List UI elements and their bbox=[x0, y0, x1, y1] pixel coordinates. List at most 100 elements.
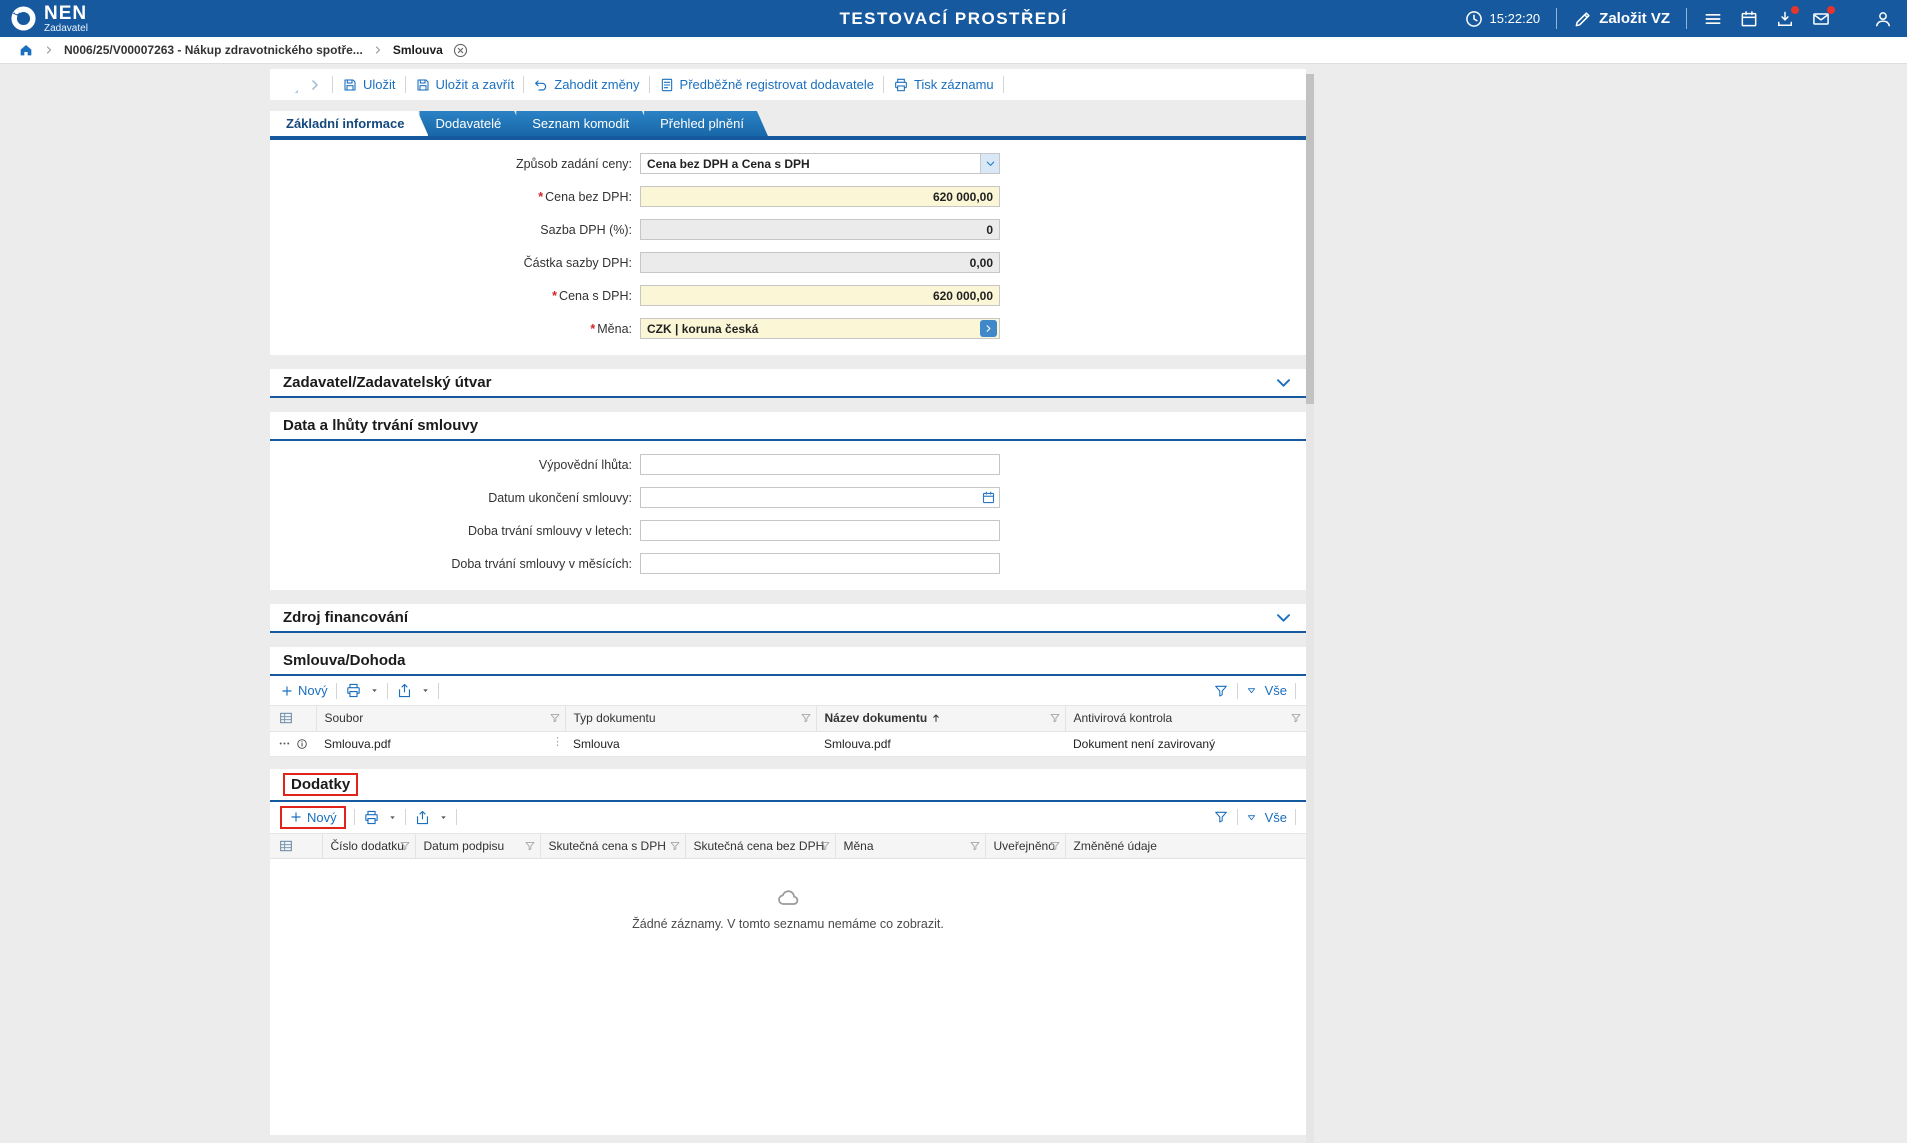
toolbar-separator bbox=[1237, 809, 1238, 825]
mena-lookup-field[interactable]: CZK | koruna česká bbox=[640, 318, 1000, 339]
caret-down-outline-icon[interactable] bbox=[1246, 812, 1257, 823]
new-dodatek-button[interactable]: Nový bbox=[289, 810, 337, 825]
caret-down-icon[interactable] bbox=[388, 813, 397, 822]
caret-down-icon[interactable] bbox=[421, 686, 430, 695]
vypovedni-lhuta-input[interactable] bbox=[640, 454, 1000, 475]
castka-sazby-dph-input[interactable] bbox=[640, 252, 1000, 273]
print-list-icon[interactable] bbox=[345, 682, 362, 699]
tab-prehled-plneni[interactable]: Přehled plnění bbox=[644, 111, 768, 136]
menu-icon[interactable] bbox=[1703, 9, 1723, 29]
info-icon[interactable] bbox=[296, 737, 308, 751]
vertical-scrollbar[interactable] bbox=[1306, 74, 1314, 1143]
cloud-icon bbox=[770, 885, 806, 911]
clock-icon bbox=[1464, 9, 1484, 29]
nav-back-icon[interactable] bbox=[282, 77, 298, 93]
column-filter-icon[interactable] bbox=[399, 840, 411, 852]
doba-trvani-letech-input[interactable] bbox=[640, 520, 1000, 541]
home-icon[interactable] bbox=[18, 42, 34, 58]
filter-funnel-icon[interactable] bbox=[1213, 683, 1229, 699]
price-mode-select[interactable]: Cena bez DPH a Cena s DPH bbox=[640, 153, 1000, 174]
table-row[interactable]: Smlouva.pdf⋮ Smlouva Smlouva.pdf Dokumen… bbox=[270, 731, 1306, 756]
datum-ukonceni-input[interactable] bbox=[640, 487, 1000, 508]
breadcrumb-record[interactable]: N006/25/V00007263 - Nákup zdravotnického… bbox=[64, 43, 363, 57]
tab-zakladni-informace[interactable]: Základní informace bbox=[270, 111, 428, 136]
calendar-icon[interactable] bbox=[1739, 9, 1759, 29]
save-button[interactable]: Uložit bbox=[342, 77, 396, 93]
table-settings-header[interactable] bbox=[270, 834, 322, 859]
col-mena[interactable]: Měna bbox=[835, 834, 985, 859]
col-skutecna-cena-s-dph[interactable]: Skutečná cena s DPH bbox=[540, 834, 685, 859]
session-time: 15:22:20 bbox=[1490, 11, 1541, 26]
tab-seznam-komodit[interactable]: Seznam komodit bbox=[516, 111, 653, 136]
open-lookup-button[interactable] bbox=[980, 320, 997, 337]
sort-ascending-icon bbox=[930, 712, 942, 724]
column-filter-icon[interactable] bbox=[819, 840, 831, 852]
caret-down-outline-icon[interactable] bbox=[1246, 685, 1257, 696]
section-title: Smlouva/Dohoda bbox=[283, 652, 406, 669]
caret-down-icon[interactable] bbox=[439, 813, 448, 822]
print-list-icon[interactable] bbox=[363, 809, 380, 826]
discard-changes-button[interactable]: Zahodit změny bbox=[533, 77, 639, 93]
show-all-button[interactable]: Vše bbox=[1265, 683, 1287, 698]
select-dropdown-button[interactable] bbox=[980, 154, 999, 173]
col-antivirova-kontrola[interactable]: Antivirová kontrola bbox=[1065, 706, 1306, 731]
column-filter-icon[interactable] bbox=[524, 840, 536, 852]
scrollbar-thumb[interactable] bbox=[1306, 74, 1314, 404]
chevron-down-icon[interactable] bbox=[1274, 608, 1293, 627]
cell-nazev-dokumentu: Smlouva.pdf bbox=[816, 731, 1065, 756]
user-icon[interactable] bbox=[1873, 9, 1893, 29]
column-filter-icon[interactable] bbox=[549, 712, 561, 724]
cena-s-dph-input[interactable] bbox=[640, 285, 1000, 306]
caret-down-icon[interactable] bbox=[370, 686, 379, 695]
print-record-button[interactable]: Tisk záznamu bbox=[893, 77, 994, 93]
col-soubor[interactable]: Soubor bbox=[316, 706, 565, 731]
column-filter-icon[interactable] bbox=[669, 840, 681, 852]
row-menu-icon[interactable] bbox=[278, 736, 291, 751]
close-icon[interactable] bbox=[452, 42, 469, 59]
save-and-close-button[interactable]: Uložit a zavřít bbox=[415, 77, 515, 93]
column-filter-icon[interactable] bbox=[1049, 840, 1061, 852]
nen-logo-icon bbox=[10, 5, 37, 32]
col-zmenene-udaje[interactable]: Změněné údaje bbox=[1065, 834, 1306, 859]
cena-bez-dph-input[interactable] bbox=[640, 186, 1000, 207]
sazba-dph-input[interactable] bbox=[640, 219, 1000, 240]
field-label: *Cena s DPH: bbox=[270, 289, 632, 303]
form-row: *Cena bez DPH: bbox=[270, 186, 1306, 207]
filter-funnel-icon[interactable] bbox=[1213, 809, 1229, 825]
form-row: *Cena s DPH: bbox=[270, 285, 1306, 306]
tab-dodavatele[interactable]: Dodavatelé bbox=[419, 111, 525, 136]
section-zadavatel[interactable]: Zadavatel/Zadavatelský útvar bbox=[270, 369, 1306, 398]
col-nazev-dokumentu[interactable]: Název dokumentu bbox=[816, 706, 1065, 731]
create-vz-button[interactable]: Založit VZ bbox=[1573, 9, 1670, 29]
downloads-button[interactable] bbox=[1775, 9, 1795, 29]
mena-value: CZK | koruna česká bbox=[641, 322, 980, 336]
cell-drag-handle[interactable]: ⋮ bbox=[552, 737, 563, 748]
messages-button[interactable] bbox=[1811, 9, 1831, 29]
col-skutecna-cena-bez-dph[interactable]: Skutečná cena bez DPH bbox=[685, 834, 835, 859]
col-uverejneno[interactable]: Uveřejněno bbox=[985, 834, 1065, 859]
doba-trvani-mesicich-input[interactable] bbox=[640, 553, 1000, 574]
form-row: Částka sazby DPH: bbox=[270, 252, 1306, 273]
col-datum-podpisu[interactable]: Datum podpisu bbox=[415, 834, 540, 859]
nav-forward-icon[interactable] bbox=[307, 77, 323, 93]
show-all-button[interactable]: Vše bbox=[1265, 810, 1287, 825]
col-typ-dokumentu[interactable]: Typ dokumentu bbox=[565, 706, 816, 731]
column-filter-icon[interactable] bbox=[1290, 712, 1302, 724]
column-filter-icon[interactable] bbox=[1049, 712, 1061, 724]
column-filter-icon[interactable] bbox=[800, 712, 812, 724]
breadcrumb: N006/25/V00007263 - Nákup zdravotnického… bbox=[0, 37, 1907, 64]
new-document-button[interactable]: Nový bbox=[280, 683, 328, 698]
export-list-icon[interactable] bbox=[396, 682, 413, 699]
section-zdroj-financovani[interactable]: Zdroj financování bbox=[270, 604, 1306, 633]
table-settings-header[interactable] bbox=[270, 706, 316, 731]
field-label: Sazba DPH (%): bbox=[270, 223, 632, 237]
save-label: Uložit bbox=[363, 77, 396, 92]
calendar-picker-icon[interactable] bbox=[981, 490, 996, 505]
column-filter-icon[interactable] bbox=[969, 840, 981, 852]
nen-logo[interactable]: NEN Zadavatel bbox=[10, 4, 88, 34]
export-list-icon[interactable] bbox=[414, 809, 431, 826]
chevron-down-icon[interactable] bbox=[1274, 373, 1293, 392]
preregister-supplier-button[interactable]: Předběžně registrovat dodavatele bbox=[659, 77, 874, 93]
col-cislo-dodatku[interactable]: Číslo dodatku bbox=[322, 834, 415, 859]
dodatky-header-row: Číslo dodatku Datum podpisu Skutečná cen… bbox=[270, 834, 1306, 859]
